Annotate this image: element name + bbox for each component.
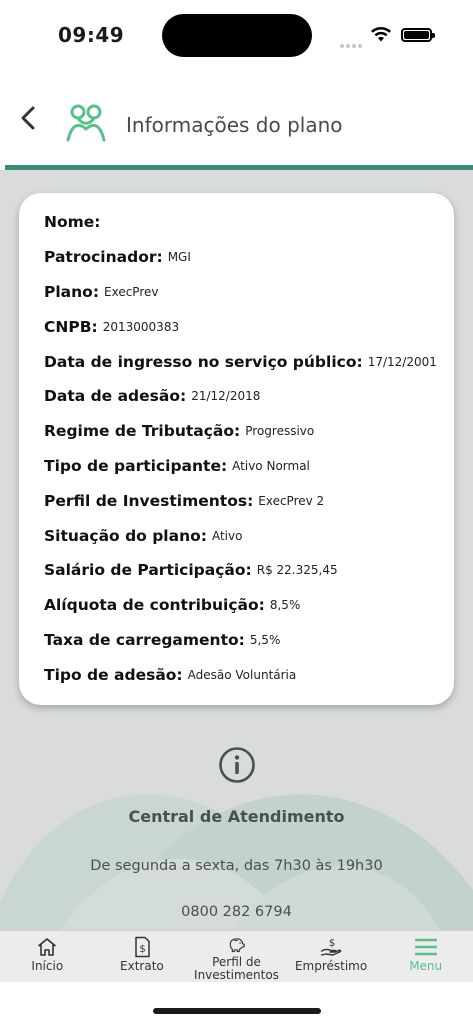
field-label: Plano: xyxy=(44,282,100,301)
field-value: R$ 22.325,45 xyxy=(256,563,338,578)
people-logo-icon xyxy=(66,104,106,142)
field-label: Data de ingresso no serviço público: xyxy=(44,352,363,371)
field-row: Tipo de adesão: Adesão Voluntária xyxy=(44,657,454,692)
tab-extrato[interactable]: $ Extrato xyxy=(95,931,190,982)
tab-label: Extrato xyxy=(120,959,164,973)
loan-hand-icon: $ xyxy=(320,938,342,956)
plan-info-card: Nome: Patrocinador: MGI Plano: ExecPrev CN… xyxy=(19,193,454,705)
tab-emprestimo[interactable]: $ Empréstimo xyxy=(284,931,379,982)
field-value: Ativo Normal xyxy=(232,458,310,473)
field-value: 2013000383 xyxy=(102,319,180,334)
wifi-icon xyxy=(371,27,391,42)
field-row: CNPB: 2013000383 xyxy=(44,309,454,344)
field-label: Salário de Participação: xyxy=(44,561,252,580)
field-row: Data de ingresso no serviço público: 17/1… xyxy=(44,344,454,379)
field-label: Alíquota de contribuição: xyxy=(44,596,265,615)
field-row: Situação do plano: Ativo xyxy=(44,518,454,553)
back-chevron-icon[interactable] xyxy=(14,100,44,136)
field-row: Data de adesão: 21/12/2018 xyxy=(44,379,454,414)
menu-icon xyxy=(414,938,437,956)
tab-perfil-investimentos[interactable]: Perfil de Investimentos xyxy=(189,931,284,982)
field-value: 5,5% xyxy=(249,632,281,647)
piggy-bank-icon xyxy=(230,938,246,953)
page-header: Informações do plano xyxy=(0,70,473,166)
field-value: MGI xyxy=(167,250,191,265)
tab-menu[interactable]: Menu xyxy=(378,931,473,982)
field-row: Taxa de carregamento: 5,5% xyxy=(44,623,454,658)
status-bar: 09:49 xyxy=(0,0,473,70)
field-label: Regime de Tributação: xyxy=(44,422,241,441)
field-value: Progressivo xyxy=(245,424,315,439)
tab-label: Empréstimo xyxy=(294,959,368,973)
support-phone-link[interactable]: 0800 282 6794 xyxy=(0,904,473,920)
field-label: Taxa de carregamento: xyxy=(44,630,245,649)
support-hours: De segunda a sexta, das 7h30 às 19h30 xyxy=(90,858,383,874)
field-label: Perfil de Investimentos: xyxy=(44,491,254,510)
page-title: Informações do plano xyxy=(126,113,343,137)
svg-text:$: $ xyxy=(329,938,335,949)
cellular-signal-icon xyxy=(340,33,364,48)
field-row: Nome: xyxy=(44,205,454,240)
home-indicator-area xyxy=(0,982,473,1024)
battery-icon xyxy=(401,28,435,42)
field-value: ExecPrev 2 xyxy=(258,493,325,508)
field-row: Salário de Participação: R$ 22.325,45 xyxy=(44,553,454,588)
field-label: CNPB: xyxy=(44,317,98,336)
tab-label: Perfil de Investimentos xyxy=(194,955,279,982)
field-value: Ativo xyxy=(211,528,243,543)
status-time: 09:49 xyxy=(58,23,125,47)
dynamic-island xyxy=(162,14,312,57)
bottom-tab-bar: Início $ Extrato Perfil de Investimentos… xyxy=(0,930,473,982)
field-value: 8,5% xyxy=(269,598,301,613)
field-row: Plano: ExecPrev xyxy=(44,275,454,310)
field-row: Regime de Tributação: Progressivo xyxy=(44,414,454,449)
field-label: Patrocinador: xyxy=(44,248,163,267)
field-label: Tipo de adesão: xyxy=(44,665,183,684)
svg-text:$: $ xyxy=(139,944,145,955)
field-value: Adesão Voluntária xyxy=(187,667,297,682)
tab-label: Menu xyxy=(409,959,443,973)
field-row: Patrocinador: MGI xyxy=(44,240,454,275)
field-value: 21/12/2018 xyxy=(191,389,261,404)
field-label: Situação do plano: xyxy=(44,526,207,545)
field-label: Data de adesão: xyxy=(44,387,187,406)
home-icon xyxy=(38,938,57,956)
tab-label: Início xyxy=(31,959,64,973)
field-value: 17/12/2001 xyxy=(367,354,437,369)
field-row: Perfil de Investimentos: ExecPrev 2 xyxy=(44,483,454,518)
support-center-title: Central de Atendimento xyxy=(128,807,345,826)
field-row: Tipo de participante: Ativo Normal xyxy=(44,449,454,484)
tab-inicio[interactable]: Início xyxy=(0,931,95,982)
field-label: Nome: xyxy=(44,213,101,232)
field-label: Tipo de participante: xyxy=(44,456,228,475)
main-content[interactable]: Nome: Patrocinador: MGI Plano: ExecPrev CN… xyxy=(0,170,473,930)
field-value: ExecPrev xyxy=(104,284,159,299)
info-icon xyxy=(219,747,255,783)
field-row: Alíquota de contribuição: 8,5% xyxy=(44,588,454,623)
statement-icon: $ xyxy=(135,936,150,958)
home-indicator[interactable] xyxy=(153,1008,321,1014)
